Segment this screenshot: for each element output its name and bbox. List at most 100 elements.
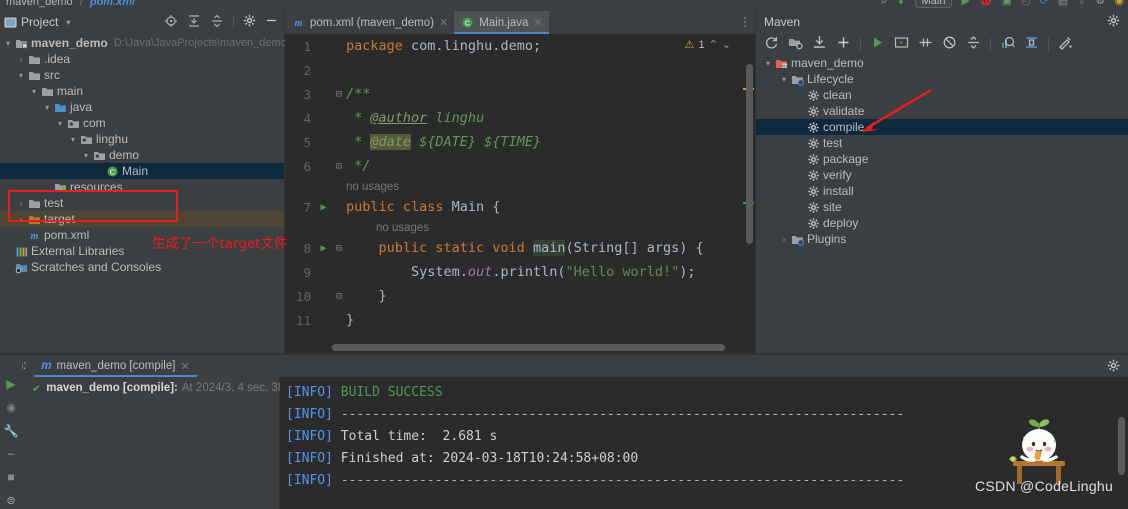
editor-vertical-scrollbar[interactable] <box>746 64 753 244</box>
code-line[interactable]: 4 * @author linghu <box>285 106 755 130</box>
project-tree-item-main[interactable]: C Main <box>0 163 284 179</box>
code-line[interactable]: 7 ▶ public class Main { <box>285 195 755 219</box>
chevron-down-icon[interactable]: ▾ <box>41 103 53 112</box>
project-tree-item-test[interactable]: › test <box>0 195 284 211</box>
fold-toggle-icon[interactable]: ⊟ <box>332 89 346 100</box>
console-vertical-scrollbar[interactable] <box>1118 417 1125 475</box>
run-actions-rail[interactable]: ▶ ◉ 🔧 – ■ ⊜ ▤ <box>0 355 22 509</box>
project-tree-item-src[interactable]: ▾ src <box>0 67 284 83</box>
settings-wrench-icon[interactable]: 🔧 <box>4 424 19 438</box>
project-tree-item-resources[interactable]: resources <box>0 179 284 195</box>
editor-tab-pom-xml[interactable]: m pom.xml (maven_demo) ✕ <box>285 11 454 34</box>
project-tree-item-java[interactable]: ▾ java <box>0 99 284 115</box>
profiler-icon[interactable]: ◴ <box>1021 0 1031 7</box>
code-line[interactable]: 11} <box>285 308 755 332</box>
add-icon[interactable] <box>836 35 851 53</box>
code-editor[interactable]: 1 package com.linghu.demo; 2 3 ⊟/** 4 * @auth… <box>285 34 755 355</box>
close-icon[interactable]: ✕ <box>533 16 542 29</box>
chevron-down-icon[interactable]: ▾ <box>80 151 92 160</box>
run-gutter-icon[interactable]: ▶ <box>315 202 332 213</box>
show-dependencies-icon[interactable] <box>1000 35 1015 53</box>
maven-project-tree[interactable]: ▾ m maven_demo ▾ Lifecycle clean validate compi… <box>756 55 1128 247</box>
chevron-down-icon[interactable]: ▾ <box>2 39 14 48</box>
maven-tree-item-verify[interactable]: verify <box>756 167 1128 183</box>
project-tree-item--idea[interactable]: › .idea <box>0 51 284 67</box>
fold-toggle-icon[interactable]: ⊡ <box>332 161 346 172</box>
coverage-icon[interactable]: ▣ <box>1002 0 1012 7</box>
code-line[interactable]: 10 ⊡ } <box>285 284 755 308</box>
code-line[interactable]: 8 ▶ ⊟ public static void main(String[] arg… <box>285 236 755 260</box>
stop-icon[interactable]: ■ <box>7 470 14 484</box>
debug-icon[interactable]: ◉ <box>6 401 16 414</box>
code-line[interactable]: 5 * @date ${DATE} ${TIME} <box>285 130 755 154</box>
code-line[interactable]: 2 <box>285 58 755 82</box>
project-tree-item-maven-demo[interactable]: ▾ maven_demo D:\Java\JavaProjects\maven_de… <box>0 35 287 51</box>
chevron-right-icon[interactable]: › <box>778 235 790 244</box>
maven-settings-gear-icon[interactable] <box>1107 14 1124 30</box>
chevron-right-icon[interactable]: › <box>15 215 27 224</box>
editor-tab-main-java[interactable]: C Main.java ✕ <box>454 11 549 34</box>
reload-all-projects-icon[interactable] <box>764 35 779 53</box>
inlay-usage-hint[interactable]: no usages <box>285 178 755 195</box>
code-line[interactable]: 3 ⊟/** <box>285 82 755 106</box>
locate-icon[interactable] <box>164 14 178 31</box>
soft-wrap-icon[interactable]: ⊜ <box>6 494 15 507</box>
run-result-row[interactable]: ✔ maven_demo [compile]: At 2024/3, 4 sec… <box>22 380 309 396</box>
next-problem-icon[interactable]: ⌄ <box>722 38 731 51</box>
maven-tree-item-plugins[interactable]: › Plugins <box>756 231 1128 247</box>
project-tree-item-com[interactable]: ▾ com <box>0 115 284 131</box>
run-settings-gear-icon[interactable] <box>1107 359 1120 375</box>
fold-toggle-icon[interactable]: ⊡ <box>332 291 346 302</box>
rerun-icon[interactable]: ▶ <box>6 377 15 391</box>
project-tree-item-linghu[interactable]: ▾ linghu <box>0 131 284 147</box>
hide-panel-icon[interactable] <box>265 14 278 30</box>
run-gutter-icon[interactable]: ▶ <box>315 243 332 254</box>
maven-tree-item-test[interactable]: test <box>756 135 1128 151</box>
search-everywhere-icon[interactable]: ⌕ <box>881 0 887 7</box>
git-push-icon[interactable]: ⇧ <box>1077 0 1086 7</box>
git-commit-icon[interactable]: ▤ <box>1058 0 1068 7</box>
chevron-down-icon[interactable]: ▾ <box>778 75 790 84</box>
prev-problem-icon[interactable]: ⌃ <box>709 38 718 51</box>
chevron-down-icon[interactable]: ▾ <box>54 119 66 128</box>
expand-all-icon[interactable] <box>187 14 201 31</box>
generate-sources-icon[interactable] <box>1058 35 1073 53</box>
maven-tree-item-lifecycle[interactable]: ▾ Lifecycle <box>756 71 1128 87</box>
code-line[interactable]: 9 System.out.println("Hello world!"); <box>285 260 755 284</box>
maven-tree-item-site[interactable]: site <box>756 199 1128 215</box>
git-update-icon[interactable]: ⟳ <box>1040 0 1049 7</box>
show-diagram-icon[interactable] <box>1024 35 1039 53</box>
maven-tree-item-clean[interactable]: clean <box>756 87 1128 103</box>
maven-tree-item-maven-demo[interactable]: ▾ m maven_demo <box>756 55 1128 71</box>
code-line[interactable]: 6 ⊡ */ <box>285 154 755 178</box>
close-icon[interactable]: ✕ <box>439 16 448 29</box>
chevron-down-icon[interactable]: ▾ <box>66 18 70 27</box>
project-tree-item-main[interactable]: ▾ main <box>0 83 284 99</box>
chevron-down-icon[interactable]: ▾ <box>28 87 40 96</box>
run-maven-build-icon[interactable] <box>870 35 885 53</box>
breadcrumb-project[interactable]: maven_demo <box>6 0 73 8</box>
run-configuration-selector[interactable]: Main <box>914 0 953 8</box>
download-sources-icon[interactable] <box>812 35 827 53</box>
tab-overflow-menu-icon[interactable]: ⋮ <box>739 15 751 29</box>
project-tree-item-demo[interactable]: ▾ demo <box>0 147 284 163</box>
toggle-skip-tests-icon[interactable] <box>918 35 933 53</box>
run-results-tree[interactable]: ✔ maven_demo [compile]: At 2024/3, 4 sec… <box>22 377 309 509</box>
inlay-usage-hint[interactable]: no usages <box>285 219 755 236</box>
settings-gear-icon[interactable] <box>243 14 256 30</box>
debug-icon[interactable]: 🐞 <box>979 0 993 7</box>
fold-toggle-icon[interactable]: ⊟ <box>332 243 346 254</box>
collapse-all-icon[interactable] <box>210 14 224 31</box>
close-icon[interactable]: ✕ <box>180 360 189 373</box>
run-tab-maven-demo-compile[interactable]: m maven_demo [compile] ✕ <box>34 355 196 377</box>
hide-icon[interactable]: – <box>8 448 14 460</box>
build-project-icon[interactable]: ⬇ <box>896 0 905 7</box>
execute-goal-icon[interactable] <box>894 35 909 53</box>
editor-tab-bar[interactable]: m pom.xml (maven_demo) ✕ C Main.java ✕ ⋮ <box>285 11 755 34</box>
maven-tree-item-package[interactable]: package <box>756 151 1128 167</box>
maven-tree-item-deploy[interactable]: deploy <box>756 215 1128 231</box>
chevron-down-icon[interactable]: ▾ <box>67 135 79 144</box>
notifications-icon[interactable]: ◉ <box>1114 0 1124 7</box>
maven-tree-item-install[interactable]: install <box>756 183 1128 199</box>
chevron-right-icon[interactable]: › <box>15 55 27 64</box>
